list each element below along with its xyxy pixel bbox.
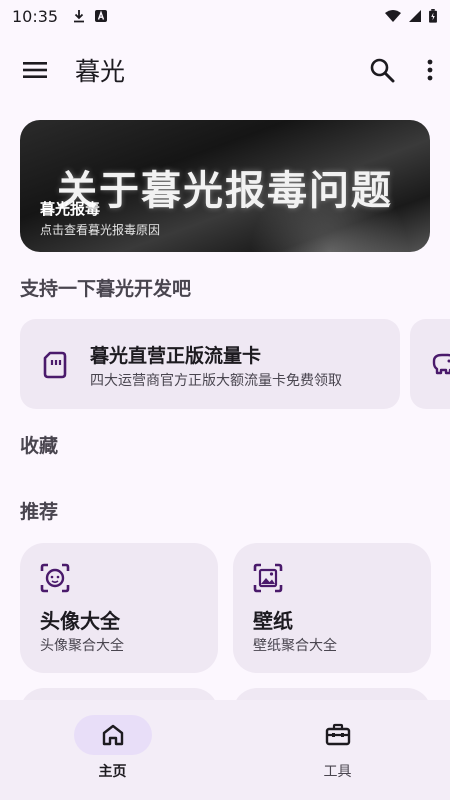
home-icon bbox=[102, 724, 123, 746]
menu-button[interactable] bbox=[11, 46, 59, 94]
section-title-recommend: 推荐 bbox=[20, 501, 59, 523]
recommend-card-description: 壁纸聚合大全 bbox=[253, 638, 337, 654]
support-card-donate[interactable] bbox=[410, 319, 450, 409]
nav-item-home[interactable]: 主页 bbox=[0, 700, 225, 800]
recommend-card-title: 壁纸 bbox=[253, 609, 293, 633]
section-title-support: 支持一下暮光开发吧 bbox=[20, 278, 192, 300]
recommend-card-title: 头像大全 bbox=[40, 609, 120, 633]
app-badge-icon bbox=[95, 10, 108, 22]
battery-icon bbox=[429, 9, 437, 23]
toolbox-icon bbox=[325, 723, 350, 746]
more-vert-icon bbox=[427, 59, 433, 81]
support-card-title: 暮光直营正版流量卡 bbox=[90, 345, 262, 367]
nav-active-indicator bbox=[73, 715, 152, 755]
bottom-navigation-bar: 主页 工具 bbox=[0, 700, 450, 800]
image-frame-icon bbox=[253, 563, 283, 593]
status-time: 10:35 bbox=[12, 6, 59, 26]
support-card-sim[interactable]: 暮光直营正版流量卡 四大运营商官方正版大额流量卡免费领取 bbox=[20, 319, 400, 409]
banner-title: 暮光报毒 bbox=[40, 200, 101, 218]
nav-label: 主页 bbox=[98, 764, 127, 780]
recommend-card-avatars[interactable]: 头像大全 头像聚合大全 bbox=[20, 543, 218, 673]
app-title: 暮光 bbox=[75, 57, 126, 86]
status-bar: 10:35 bbox=[0, 0, 450, 32]
wifi-icon bbox=[385, 10, 401, 22]
sim-card-icon bbox=[43, 351, 67, 379]
piggy-bank-icon bbox=[432, 353, 450, 375]
banner-subtitle: 点击查看暮光报毒原因 bbox=[40, 223, 161, 237]
nav-label: 工具 bbox=[323, 764, 352, 780]
menu-icon bbox=[23, 62, 47, 78]
search-button[interactable] bbox=[358, 46, 406, 94]
announcement-banner[interactable]: 关于暮光报毒问题 暮光报毒 点击查看暮光报毒原因 bbox=[20, 120, 430, 252]
signal-icon bbox=[409, 10, 421, 22]
recommend-card-description: 头像聚合大全 bbox=[40, 638, 124, 654]
section-title-favorites: 收藏 bbox=[20, 435, 59, 457]
status-notification-icons bbox=[72, 9, 108, 23]
top-app-bar: 暮光 bbox=[0, 40, 450, 100]
more-options-button[interactable] bbox=[418, 46, 442, 94]
download-icon bbox=[74, 10, 85, 23]
recommend-card-wallpapers[interactable]: 壁纸 壁纸聚合大全 bbox=[233, 543, 431, 673]
support-card-carousel[interactable]: 暮光直营正版流量卡 四大运营商官方正版大额流量卡免费领取 bbox=[20, 319, 450, 410]
support-card-description: 四大运营商官方正版大额流量卡免费领取 bbox=[90, 373, 342, 389]
status-system-icons bbox=[384, 9, 438, 23]
face-scan-icon bbox=[40, 563, 70, 593]
nav-item-tools[interactable]: 工具 bbox=[225, 700, 450, 800]
nav-icon-container bbox=[299, 715, 377, 755]
search-icon bbox=[370, 58, 395, 83]
